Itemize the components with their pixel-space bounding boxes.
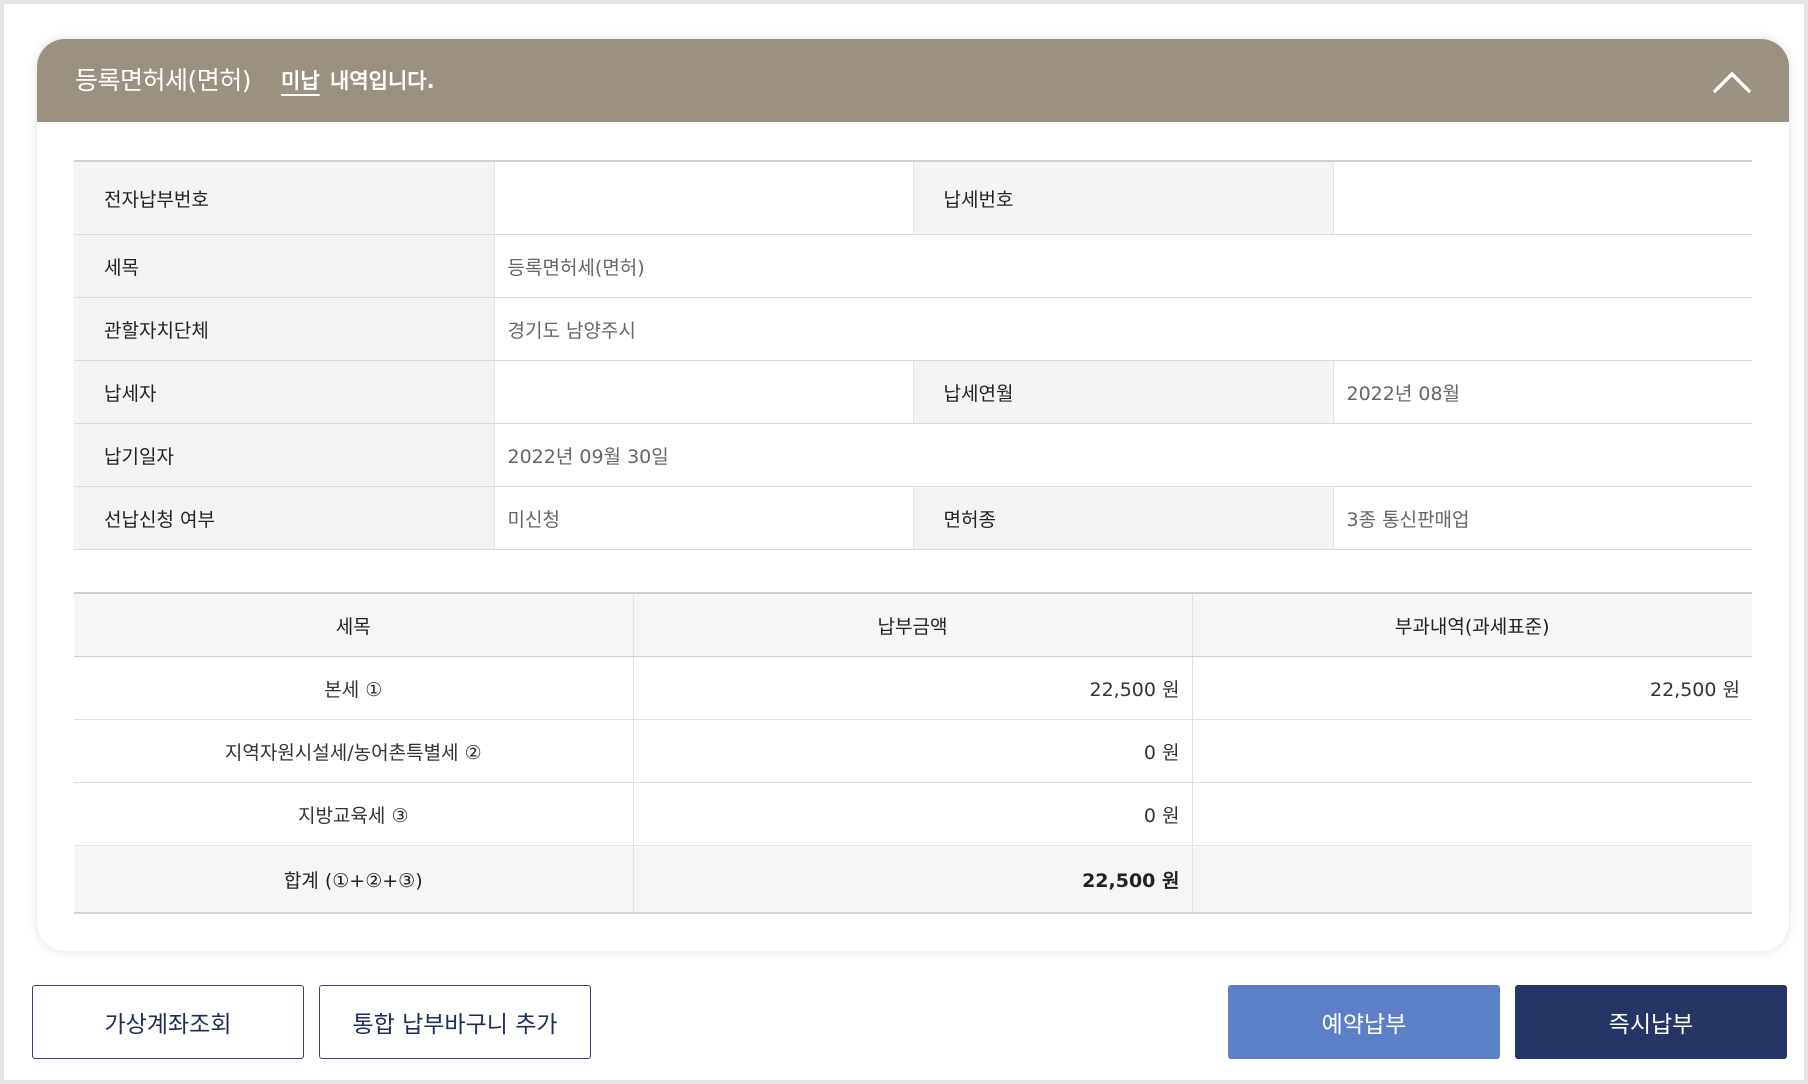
column-header-amount: 납부금액 xyxy=(632,592,1192,657)
card-header: 등록면허세(면허) 미납 내역입니다. xyxy=(37,39,1789,122)
total-row: 합계 (①+②+③) 22,500 원 xyxy=(74,845,1752,914)
tax-period-label: 납세연월 xyxy=(912,360,1333,424)
page-frame: 등록면허세(면허) 미납 내역입니다. 전자납부번호 납세번호 세목 등록면허세 xyxy=(4,4,1804,1080)
epay-number-value xyxy=(493,160,913,235)
row-basis xyxy=(1191,719,1752,783)
row-item-name: 지방교육세 ③ xyxy=(74,782,633,846)
tax-info-table: 전자납부번호 납세번호 세목 등록면허세(면허) 관할자치단체 경기도 남양주시… xyxy=(74,160,1752,550)
row-amount: 0 원 xyxy=(632,719,1192,783)
table-row: 지역자원시설세/농어촌특별세 ② 0 원 xyxy=(74,719,1752,783)
pay-now-button[interactable]: 즉시납부 xyxy=(1515,985,1787,1059)
virtual-account-button[interactable]: 가상계좌조회 xyxy=(32,985,304,1059)
card-title: 등록면허세(면허) xyxy=(75,66,252,95)
info-row: 전자납부번호 납세번호 xyxy=(74,160,1752,235)
table-row: 본세 ① 22,500 원 22,500 원 xyxy=(74,656,1752,720)
tax-number-label: 납세번호 xyxy=(912,160,1333,235)
due-date-value: 2022년 09월 30일 xyxy=(493,423,1752,487)
amount-header-row: 세목 납부금액 부과내역(과세표준) xyxy=(74,592,1752,657)
row-amount: 22,500 원 xyxy=(632,656,1192,720)
column-header-item: 세목 xyxy=(74,592,633,657)
card-title-suffix: 내역입니다. xyxy=(330,69,435,93)
total-label: 합계 (①+②+③) xyxy=(74,845,633,914)
row-amount: 0 원 xyxy=(632,782,1192,846)
row-item-name: 지역자원시설세/농어촌특별세 ② xyxy=(74,719,633,783)
epay-number-label: 전자납부번호 xyxy=(74,160,494,235)
total-amount: 22,500 원 xyxy=(632,845,1192,914)
tax-item-label: 세목 xyxy=(74,234,494,298)
tax-item-value: 등록면허세(면허) xyxy=(493,234,1752,298)
jurisdiction-value: 경기도 남양주시 xyxy=(493,297,1752,361)
row-basis xyxy=(1191,782,1752,846)
prepay-label: 선납신청 여부 xyxy=(74,486,494,550)
payment-status: 미납 xyxy=(281,69,320,93)
collapse-button[interactable] xyxy=(1707,59,1757,103)
due-date-label: 납기일자 xyxy=(74,423,494,487)
amount-table: 세목 납부금액 부과내역(과세표준) 본세 ① 22,500 원 22,500 … xyxy=(74,592,1752,914)
chevron-up-icon xyxy=(1713,72,1751,93)
total-basis xyxy=(1191,845,1752,914)
prepay-value: 미신청 xyxy=(493,486,913,550)
jurisdiction-label: 관할자치단체 xyxy=(74,297,494,361)
info-row: 관할자치단체 경기도 남양주시 xyxy=(74,297,1752,361)
tax-detail-card: 등록면허세(면허) 미납 내역입니다. 전자납부번호 납세번호 세목 등록면허세 xyxy=(37,39,1789,951)
info-row: 선납신청 여부 미신청 면허종 3종 통신판매업 xyxy=(74,486,1752,550)
info-row: 납세자 납세연월 2022년 08월 xyxy=(74,360,1752,424)
info-row: 세목 등록면허세(면허) xyxy=(74,234,1752,298)
reserve-pay-button[interactable]: 예약납부 xyxy=(1228,985,1500,1059)
info-row: 납기일자 2022년 09월 30일 xyxy=(74,423,1752,487)
row-basis: 22,500 원 xyxy=(1191,656,1752,720)
license-type-value: 3종 통신판매업 xyxy=(1332,486,1752,550)
taxpayer-value xyxy=(493,360,913,424)
taxpayer-label: 납세자 xyxy=(74,360,494,424)
row-item-name: 본세 ① xyxy=(74,656,633,720)
add-basket-button[interactable]: 통합 납부바구니 추가 xyxy=(319,985,591,1059)
column-header-basis: 부과내역(과세표준) xyxy=(1191,592,1752,657)
table-row: 지방교육세 ③ 0 원 xyxy=(74,782,1752,846)
tax-period-value: 2022년 08월 xyxy=(1332,360,1752,424)
license-type-label: 면허종 xyxy=(912,486,1333,550)
tax-number-value xyxy=(1332,160,1752,235)
